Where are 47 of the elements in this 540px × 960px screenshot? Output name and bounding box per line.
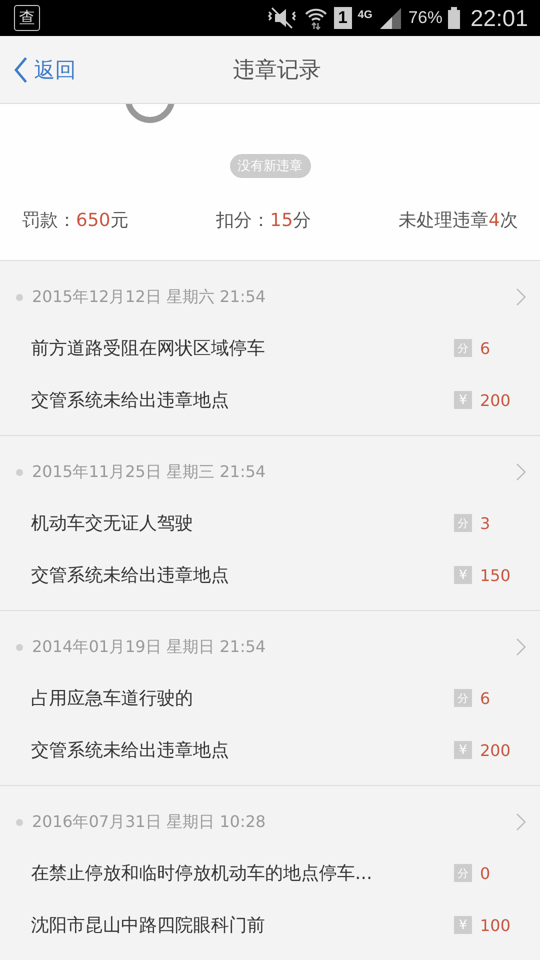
violation-text: 在禁止停放和临时停放机动车的地点停车... xyxy=(31,862,374,885)
signal-icon xyxy=(378,6,402,30)
penalty-points: 6 xyxy=(480,688,492,708)
fine-tag: ¥ xyxy=(454,566,472,584)
violation-text: 交管系统未给出违章地点 xyxy=(31,564,230,587)
sim-icon: 1 xyxy=(334,7,352,29)
battery-percent: 76% xyxy=(408,8,442,28)
clock-time: 22:01 xyxy=(470,4,528,32)
penalty-points: 6 xyxy=(480,338,492,358)
bullet-dot xyxy=(16,294,23,300)
violation-text: 占用应急车道行驶的 xyxy=(31,687,194,710)
app-notification-icon: 查 xyxy=(14,5,40,31)
fine-tag: ¥ xyxy=(454,916,472,934)
fine-tag: ¥ xyxy=(454,391,472,409)
fine-amount: 100 xyxy=(480,916,512,934)
violation-text: 机动车交无证人驾驶 xyxy=(31,512,194,535)
violation-text: 交管系统未给出违章地点 xyxy=(31,739,230,762)
fine-amount: 200 xyxy=(480,390,512,410)
back-button[interactable]: 返回 xyxy=(0,56,124,84)
penalty-points: 0 xyxy=(480,864,492,882)
violation-text: 交管系统未给出违章地点 xyxy=(31,389,230,412)
battery-icon xyxy=(448,7,460,29)
violation-text: 沈阳市昆山中路四院眼科门前 xyxy=(31,914,266,937)
fine-amount: 150 xyxy=(480,566,512,584)
summary-stat: 罚款：650元 xyxy=(22,209,128,232)
record-date: 2016年07月31日 星期日 10:28 xyxy=(32,812,267,832)
chevron-right-icon[interactable] xyxy=(516,288,526,306)
back-icon xyxy=(14,56,28,84)
summary-stat: 未处理违章4次 xyxy=(398,209,518,232)
summary-stat: 扣分：15分 xyxy=(216,209,311,232)
chevron-right-icon[interactable] xyxy=(516,813,526,831)
chevron-right-icon[interactable] xyxy=(516,463,526,481)
violation-text: 前方道路受阻在网状区域停车 xyxy=(31,337,266,360)
record-date: 2015年11月25日 星期三 21:54 xyxy=(32,462,267,482)
chevron-right-icon[interactable] xyxy=(516,638,526,656)
mute-icon xyxy=(266,6,298,30)
bullet-dot xyxy=(16,644,23,650)
bullet-dot xyxy=(16,468,23,476)
network-type: 4G xyxy=(358,8,372,20)
fine-tag: ¥ xyxy=(454,741,472,759)
bullet-dot xyxy=(16,818,23,826)
page-title: 违章记录 xyxy=(232,56,322,84)
record-date: 2015年12月12日 星期六 21:54 xyxy=(32,286,267,308)
fine-amount: 200 xyxy=(480,740,512,760)
record-date: 2014年01月19日 星期日 21:54 xyxy=(32,636,267,658)
wifi-icon xyxy=(304,6,328,30)
penalty-points: 3 xyxy=(480,514,492,532)
